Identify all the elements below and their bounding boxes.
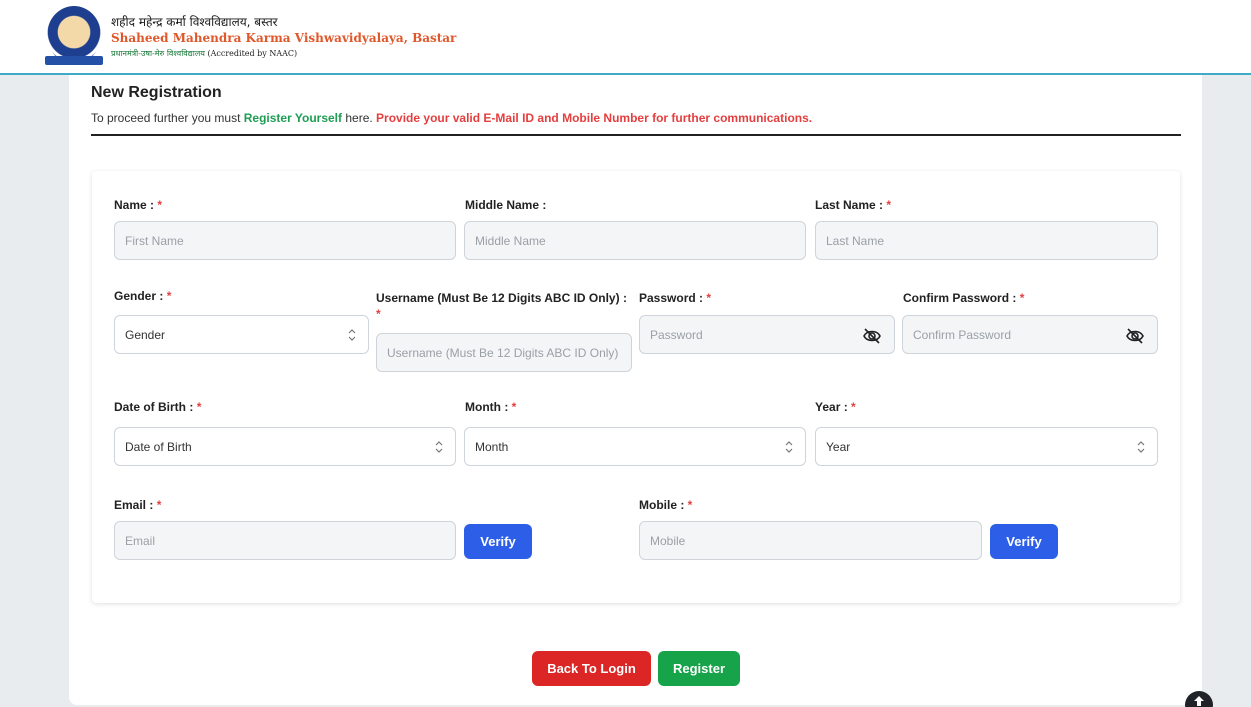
username-required-mark: * [376,307,381,321]
last-name-input[interactable]: Last Name [815,221,1158,260]
month-select[interactable]: Month [464,427,806,466]
email-label: Email : * [114,498,162,512]
year-value: Year [826,439,851,454]
intro-highlight: Register Yourself [243,111,343,125]
intro-warning: Provide your valid E-Mail ID and Mobile … [376,111,813,125]
arrow-up-icon [1194,696,1204,706]
verify-email-button[interactable]: Verify [464,524,532,559]
password-label: Password : * [639,291,712,305]
middle-name-input[interactable]: Middle Name [464,221,806,260]
confirm-password-label: Confirm Password : * [903,291,1025,305]
register-button[interactable]: Register [658,651,740,686]
select-arrows-icon [785,441,793,453]
university-subtitle: प्रधानमंत्री-उषा-मेरु विश्वविद्यालय (Acc… [111,48,297,59]
verify-mobile-button[interactable]: Verify [990,524,1058,559]
dob-select[interactable]: Date of Birth [114,427,456,466]
subtitle-hindi: प्रधानमंत्री-उषा-मेरु विश्वविद्यालय [111,49,205,58]
intro-prefix: To proceed further you must [91,111,244,125]
select-arrows-icon [435,441,443,453]
select-arrows-icon [348,329,356,341]
last-name-label: Last Name : * [815,198,892,212]
middle-name-label: Middle Name : [465,198,547,212]
dob-value: Date of Birth [125,439,192,454]
username-input[interactable]: Username (Must Be 12 Digits ABC ID Only) [376,333,632,372]
subtitle-naac: (Accredited by NAAC) [207,49,298,58]
year-label: Year : * [815,400,856,414]
gender-label: Gender : * [114,289,172,303]
mobile-input[interactable]: Mobile [639,521,982,560]
confirm-password-placeholder: Confirm Password [913,327,1012,342]
university-name-english: Shaheed Mahendra Karma Vishwavidyalaya, … [111,31,457,45]
intro-middle: here. [342,111,377,125]
back-to-login-button[interactable]: Back To Login [532,651,651,686]
first-name-input[interactable]: First Name [114,221,456,260]
month-label: Month : * [465,400,517,414]
eye-slash-icon[interactable] [1125,327,1145,345]
password-input[interactable]: Password [639,315,895,354]
university-name-hindi: शहीद महेन्द्र कर्मा विश्वविद्यालय, बस्तर [111,15,278,29]
site-header: शहीद महेन्द्र कर्मा विश्वविद्यालय, बस्तर… [0,0,1251,74]
year-select[interactable]: Year [815,427,1158,466]
gender-value: Gender [125,327,166,342]
gender-select[interactable]: Gender [114,315,369,354]
logo-ribbon [45,56,103,65]
title-divider [91,134,1181,136]
first-name-label: Name : * [114,198,163,212]
password-placeholder: Password [650,327,703,342]
confirm-password-input[interactable]: Confirm Password [902,315,1158,354]
month-value: Month [475,439,509,454]
select-arrows-icon [1137,441,1145,453]
eye-slash-icon[interactable] [862,327,882,345]
username-label: Username (Must Be 12 Digits ABC ID Only)… [376,291,627,305]
email-input[interactable]: Email [114,521,456,560]
intro-text: To proceed further you must Register You… [91,111,812,125]
dob-label: Date of Birth : * [114,400,202,414]
mobile-label: Mobile : * [639,498,693,512]
page-title: New Registration [91,84,222,101]
